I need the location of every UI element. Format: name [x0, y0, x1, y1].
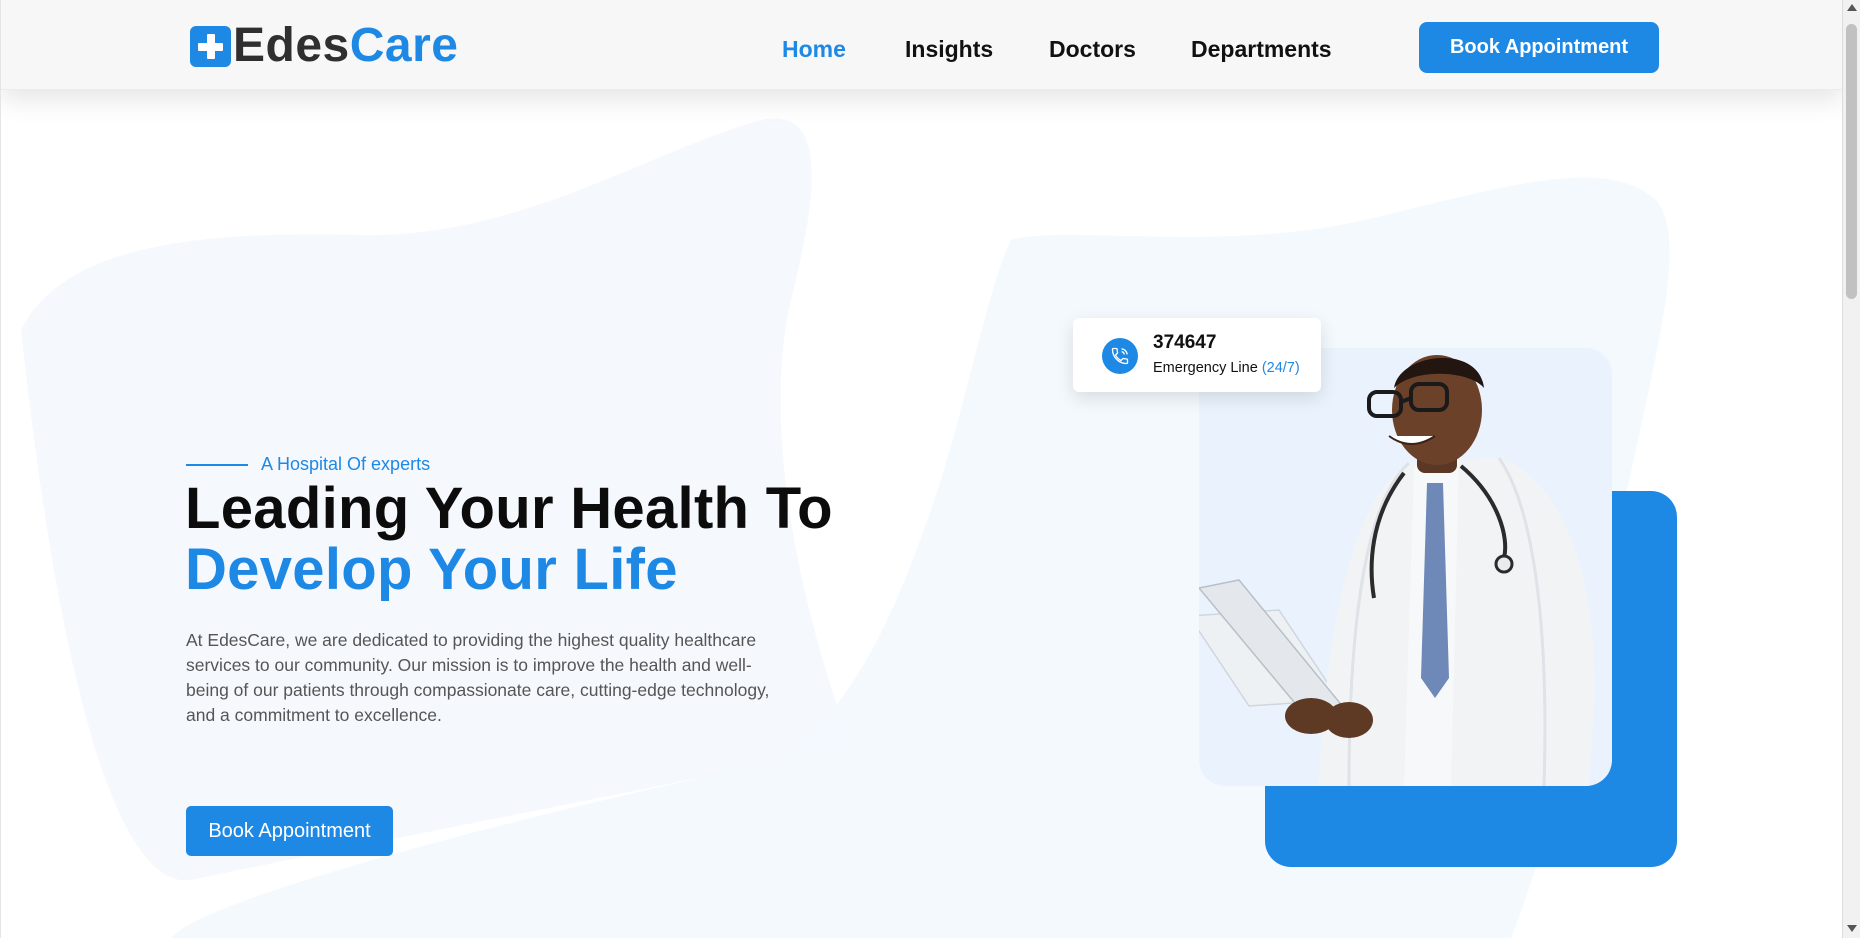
eyebrow-text: A Hospital Of experts — [261, 454, 431, 474]
scroll-down-arrow-icon[interactable] — [1847, 925, 1857, 932]
medical-cross-icon — [190, 25, 231, 67]
brand-logo[interactable]: EdesCare — [190, 22, 458, 70]
nav-doctors[interactable]: Doctors — [1049, 36, 1136, 63]
hero-title-line1: Leading Your Health To — [185, 476, 833, 541]
phone-icon — [1102, 338, 1138, 374]
hero-description: At EdesCare, we are dedicated to providi… — [186, 630, 770, 725]
hero-title: Leading Your Health To Develop Your Life — [185, 478, 833, 600]
brand-name-part2: Care — [349, 19, 459, 72]
scroll-up-arrow-icon[interactable] — [1847, 4, 1857, 11]
page-viewport: EdesCare Home Insights Doctors Departmen… — [0, 0, 1842, 938]
eyebrow-divider — [186, 463, 248, 466]
scroll-thumb[interactable] — [1846, 24, 1857, 299]
emergency-hours: (24/7) — [1261, 360, 1300, 376]
nav-home[interactable]: Home — [782, 36, 846, 63]
emergency-number: 374647 — [1153, 332, 1217, 353]
nav-departments[interactable]: Departments — [1191, 36, 1332, 63]
emergency-label: Emergency Line (24/7) — [1153, 360, 1300, 376]
hero-title-line2: Develop Your Life — [185, 537, 678, 602]
hero-eyebrow: A Hospital Of experts — [186, 454, 430, 475]
site-header: EdesCare Home Insights Doctors Departmen… — [1, 0, 1842, 90]
brand-name: EdesCare — [233, 22, 458, 70]
emergency-line-text: Emergency Line — [1153, 360, 1258, 376]
page-scrollbar[interactable] — [1842, 0, 1860, 938]
brand-name-part1: Edes — [233, 19, 350, 72]
hero-book-appointment-button[interactable]: Book Appointment — [186, 806, 393, 856]
doctor-illustration — [1199, 355, 1595, 786]
emergency-card[interactable]: 374647 Emergency Line (24/7) — [1073, 318, 1321, 392]
doctor-photo — [1199, 348, 1612, 786]
nav-insights[interactable]: Insights — [905, 36, 993, 63]
header-book-appointment-button[interactable]: Book Appointment — [1419, 22, 1659, 73]
